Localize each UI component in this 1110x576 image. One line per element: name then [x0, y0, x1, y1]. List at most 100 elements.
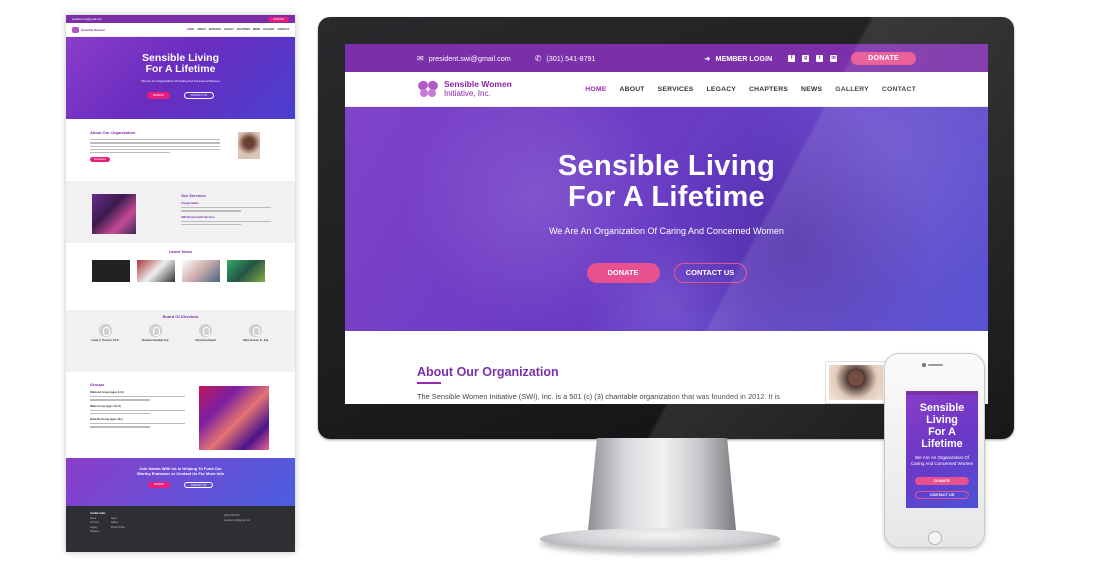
- logo-line-2: Initiative, Inc.: [444, 89, 491, 98]
- news-thumb-1[interactable]: [92, 260, 130, 282]
- preview-about-text: [90, 139, 220, 154]
- preview-service-2[interactable]: SWI Mental Health Services: [181, 216, 271, 219]
- phone-donate-button[interactable]: DONATE: [915, 477, 969, 485]
- butterfly-icon: [416, 79, 440, 99]
- preview-hero-contact-button[interactable]: CONTACT US: [183, 92, 215, 99]
- preview-menu: HOME ABOUT SERVICES LEGACY CHAPTERS NEWS…: [187, 28, 289, 31]
- phone-hero-title: Sensible Living For A Lifetime: [919, 402, 965, 450]
- preview-group-3[interactable]: Butterfly Group (ages 18+): [90, 418, 185, 421]
- preview-nav-legacy[interactable]: LEGACY: [224, 28, 234, 31]
- preview-news-section: Latest News: [66, 247, 295, 305]
- facebook-icon[interactable]: f: [788, 54, 796, 62]
- preview-nav-home[interactable]: HOME: [187, 28, 194, 31]
- preview-hero-title-2: For A Lifetime: [145, 63, 216, 75]
- phone-icon: ✆: [534, 53, 542, 63]
- main-navbar: Sensible Women Initiative, Inc. HOME ABO…: [345, 72, 988, 107]
- board-member-4: Ollies Norman, Sr., Esq.: [234, 324, 278, 342]
- user-icon: [148, 324, 162, 337]
- nav-services[interactable]: SERVICES: [658, 86, 694, 93]
- preview-services-heading: Our Services: [181, 193, 206, 198]
- hero-title: Sensible Living For A Lifetime: [557, 150, 776, 213]
- preview-groups-section: Groups Diamond Group (ages 8-11) Wake Gr…: [66, 380, 295, 456]
- preview-groups-heading: Groups: [90, 382, 105, 387]
- preview-navbar: Sensible Women HOME ABOUT SERVICES LEGAC…: [66, 23, 295, 37]
- phone-contact-button[interactable]: CONTACT US: [915, 491, 969, 499]
- preview-group-2[interactable]: Wake Group (ages 12-17): [90, 405, 185, 408]
- preview-hero-donate-button[interactable]: DONATE: [146, 92, 170, 99]
- social-links: f g t in: [788, 54, 838, 62]
- preview-cta-donate-button[interactable]: DONATE: [147, 482, 170, 488]
- site-logo[interactable]: Sensible Women Initiative, Inc.: [416, 79, 512, 99]
- preview-logo[interactable]: Sensible Women: [72, 26, 105, 33]
- preview-board-heading: Board Of Directors: [162, 314, 199, 319]
- news-thumb-3[interactable]: [182, 260, 220, 282]
- nav-chapters[interactable]: CHAPTERS: [749, 86, 788, 93]
- preview-nav-news[interactable]: NEWS: [253, 28, 260, 31]
- home-button[interactable]: [928, 531, 942, 545]
- preview-services-section: Our Services Change Maker SWI Mental Hea…: [66, 181, 295, 243]
- hero-subtitle: We Are An Organization Of Caring And Con…: [549, 226, 784, 236]
- showcase: president.swi@gmail.com DONATE Sensible …: [0, 0, 1110, 576]
- preview-groups-photo: [199, 386, 269, 450]
- nav-contact[interactable]: CONTACT: [882, 86, 916, 93]
- nav-about[interactable]: ABOUT: [619, 86, 644, 93]
- top-bar: ✉ president.swi@gmail.com ✆ (301) 541-87…: [345, 44, 988, 72]
- preview-nav-about[interactable]: ABOUT: [197, 28, 206, 31]
- preview-nav-chapters[interactable]: CHAPTERS: [237, 28, 250, 31]
- footer-link-privacy[interactable]: Privacy Policy: [111, 526, 125, 530]
- user-icon: [249, 324, 263, 337]
- member-login-link[interactable]: ➜ MEMBER LOGIN: [704, 54, 772, 63]
- hero-donate-button[interactable]: DONATE: [586, 263, 660, 283]
- nav-home[interactable]: HOME: [585, 86, 606, 93]
- board-member-3: Mary Davis-Newell: [184, 324, 228, 342]
- preview-email[interactable]: president.swi@gmail.com: [72, 18, 102, 21]
- butterfly-icon: [72, 26, 79, 33]
- preview-useful-links-heading: Useful Links: [90, 512, 106, 515]
- login-icon: ➜: [704, 53, 711, 63]
- twitter-icon[interactable]: t: [816, 54, 824, 62]
- preview-cta-line-2: Worthy Endeavor or Contact Us For More I…: [136, 471, 225, 476]
- hero-section: Sensible Living For A Lifetime We Are An …: [345, 107, 988, 331]
- desktop-screen: ✉ president.swi@gmail.com ✆ (301) 541-87…: [345, 44, 988, 404]
- about-text: The Sensible Women Initiative (SWI), Inc…: [417, 392, 781, 401]
- footer-link-chapters[interactable]: Chapters: [90, 530, 99, 534]
- board-member-2: Wiseman Campbell, Esq.: [133, 324, 177, 342]
- preview-cta-section: Join Hands With Us In Helping To Fund Ou…: [66, 458, 295, 506]
- monitor-stand-base: [540, 528, 780, 550]
- preview-news-heading: Latest News: [168, 249, 193, 254]
- speaker-grill: [928, 364, 943, 366]
- preview-donate-button[interactable]: DONATE: [268, 16, 289, 22]
- mail-icon: ✉: [417, 53, 424, 63]
- footer-email[interactable]: president.swi@gmail.com: [224, 519, 250, 524]
- preview-nav-services[interactable]: SERVICES: [209, 28, 221, 31]
- main-menu: HOME ABOUT SERVICES LEGACY CHAPTERS NEWS…: [585, 86, 916, 93]
- phone-screen: Sensible Living For A Lifetime We Are An…: [906, 391, 978, 508]
- user-icon: [199, 324, 213, 337]
- top-phone-link[interactable]: (301) 541-8791: [546, 54, 595, 63]
- preview-read-more-button[interactable]: Read More: [90, 157, 110, 163]
- nav-gallery[interactable]: GALLERY: [835, 86, 869, 93]
- news-thumb-2[interactable]: [137, 260, 175, 282]
- preview-service-1[interactable]: Change Maker: [181, 202, 271, 205]
- preview-hero-subtitle: We Are An Organization Of Caring And Con…: [141, 79, 220, 83]
- preview-nav-contact[interactable]: CONTACT: [277, 28, 289, 31]
- monitor-stand-neck: [588, 438, 736, 530]
- preview-founder-photo: [238, 132, 260, 159]
- preview-nav-gallery[interactable]: GALLERY: [263, 28, 274, 31]
- preview-cta-contact-button[interactable]: CONTACT US: [183, 482, 214, 488]
- googleplus-icon[interactable]: g: [802, 54, 810, 62]
- preview-topbar: president.swi@gmail.com DONATE: [66, 15, 295, 23]
- hero-contact-button[interactable]: CONTACT US: [673, 263, 747, 283]
- linkedin-icon[interactable]: in: [830, 54, 838, 62]
- phone-topbar: [906, 391, 978, 395]
- top-donate-button[interactable]: DONATE: [851, 51, 916, 65]
- preview-services-photo: [92, 194, 136, 234]
- preview-hero: Sensible Living For A Lifetime We Are An …: [66, 37, 295, 119]
- camera-icon: [922, 363, 926, 367]
- news-thumb-4[interactable]: [227, 260, 265, 282]
- logo-line-1: Sensible Women: [444, 79, 512, 89]
- top-email-link[interactable]: president.swi@gmail.com: [429, 54, 511, 63]
- preview-group-1[interactable]: Diamond Group (ages 8-11): [90, 391, 185, 394]
- nav-legacy[interactable]: LEGACY: [707, 86, 737, 93]
- nav-news[interactable]: NEWS: [801, 86, 822, 93]
